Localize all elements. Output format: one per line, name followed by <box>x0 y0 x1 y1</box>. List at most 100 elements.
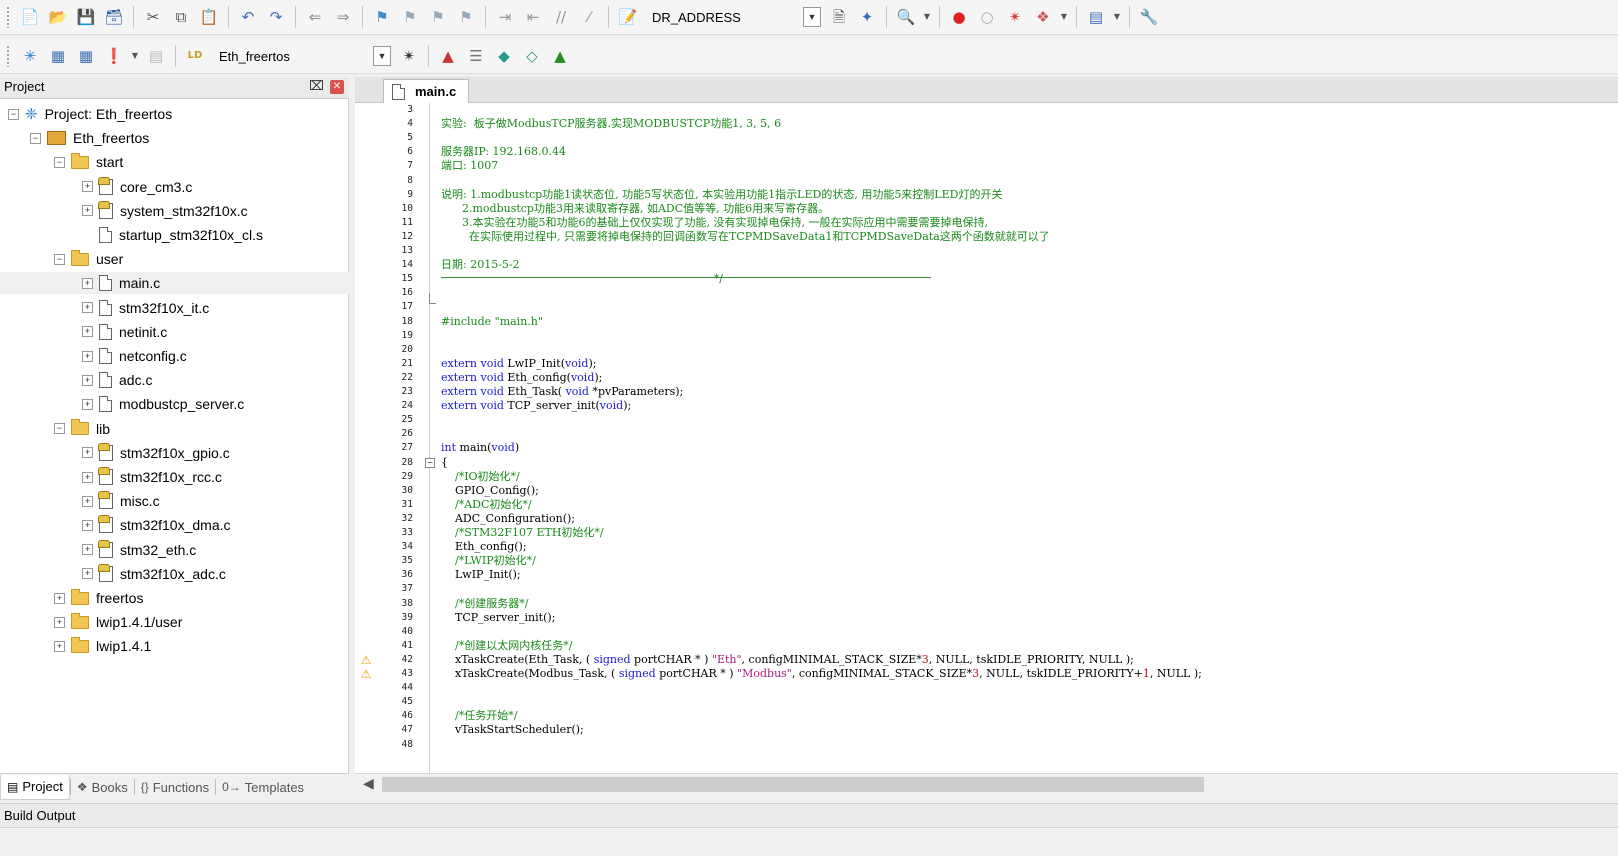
bookmark-next-icon[interactable]: ⚑ <box>427 6 449 28</box>
toolbar-grip[interactable] <box>6 45 10 67</box>
update-icon[interactable]: ◇ <box>521 45 543 67</box>
bookmark-clear-icon[interactable]: ⚑ <box>455 6 477 28</box>
indent-icon[interactable]: ⇥ <box>494 6 516 28</box>
tree-item[interactable]: + main.c <box>0 272 349 295</box>
expand-icon[interactable]: + <box>82 374 93 386</box>
panel-tab-functions[interactable]: {} Functions <box>135 775 215 799</box>
expand-icon[interactable]: + <box>82 277 93 289</box>
tree-item[interactable]: − ❈ Project: Eth_freertos <box>0 103 349 125</box>
code-line[interactable]: xTaskCreate(Eth_Task, ( signed portCHAR … <box>441 653 1134 667</box>
code-line[interactable]: 日期: 2015-5-2 <box>441 258 520 272</box>
code-line[interactable]: GPIO_Config(); <box>441 484 539 498</box>
code-line[interactable]: 实验: 板子做ModbusTCP服务器.实现MODBUSTCP功能1, 3, 5… <box>441 117 781 131</box>
tree-item[interactable]: + stm32_eth.c <box>0 539 349 561</box>
scrollbar-thumb[interactable] <box>382 777 1204 792</box>
debug-session-icon[interactable]: 🔍 <box>895 6 917 28</box>
code-line[interactable]: vTaskStartScheduler(); <box>441 723 584 737</box>
chevron-down-icon[interactable]: ▼ <box>373 46 391 66</box>
paste-icon[interactable]: 📋 <box>198 6 220 28</box>
cut-icon[interactable]: ✂ <box>142 6 164 28</box>
code-line[interactable]: TCP_server_init(); <box>441 611 555 625</box>
code-line[interactable]: Eth_config(); <box>441 540 527 554</box>
code-line[interactable]: /*STM32F107 ETH初始化*/ <box>441 526 604 540</box>
collapse-icon[interactable]: − <box>54 156 65 168</box>
expand-icon[interactable]: + <box>54 616 65 628</box>
find-replace-icon[interactable]: ✦ <box>856 6 878 28</box>
code-editor[interactable]: 3 4 5 6 7 8 9 10 11 12 13 14 15 16 17 18 19 20 21 22 23 24 25 2… <box>355 103 1618 773</box>
expand-icon[interactable]: + <box>82 519 93 531</box>
pack-installer-icon[interactable]: ◆ <box>493 45 515 67</box>
uncomment-icon[interactable]: ⁄ <box>578 6 600 28</box>
expand-icon[interactable]: + <box>82 326 93 338</box>
code-line[interactable]: /*创建以太网内核任务*/ <box>441 639 572 653</box>
nav-back-icon[interactable]: ⇐ <box>304 6 326 28</box>
chevron-down-icon[interactable]: ▼ <box>923 6 931 28</box>
tree-item[interactable]: + freertos <box>0 587 349 609</box>
code-line[interactable]: /*创建服务器*/ <box>441 597 528 611</box>
save-icon[interactable]: 💾 <box>75 6 97 28</box>
bookmark-toggle-icon[interactable]: ⚑ <box>371 6 393 28</box>
tree-item[interactable]: + stm32f10x_rcc.c <box>0 466 349 488</box>
save-all-icon[interactable]: 🗃 <box>103 6 125 28</box>
collapse-icon[interactable]: − <box>8 108 19 120</box>
code-line[interactable]: /*IO初始化*/ <box>441 470 520 484</box>
tree-item[interactable]: startup_stm32f10x_cl.s <box>0 224 349 246</box>
tree-item[interactable]: + system_stm32f10x.c <box>0 200 349 222</box>
pin-icon[interactable]: ⌧ <box>309 78 324 94</box>
find-icon[interactable]: 🗎 <box>828 6 850 28</box>
breakpoint-enable-icon[interactable]: ○ <box>976 6 998 28</box>
target-options-icon[interactable]: ✴ <box>398 45 420 67</box>
tree-item[interactable]: + netconfig.c <box>0 345 349 367</box>
undo-icon[interactable]: ↶ <box>237 6 259 28</box>
find-combo[interactable]: DR_ADDRESS ▼ <box>646 6 821 28</box>
code-line[interactable]: extern void Eth_config(void); <box>441 371 602 385</box>
expand-icon[interactable]: + <box>54 640 65 652</box>
chevron-down-icon[interactable]: ▼ <box>803 7 821 27</box>
tree-item[interactable]: − Eth_freertos <box>0 127 349 149</box>
code-line[interactable]: */ <box>441 272 723 286</box>
tree-item[interactable]: + adc.c <box>0 369 349 391</box>
expand-icon[interactable]: + <box>82 495 93 507</box>
tree-item[interactable]: + lwip1.4.1/user <box>0 611 349 633</box>
expand-icon[interactable]: + <box>82 398 93 410</box>
code-line[interactable]: /*LWIP初始化*/ <box>441 554 536 568</box>
breakpoint-disable-icon[interactable]: ✴ <box>1004 6 1026 28</box>
code-line[interactable]: 2.modbustcp功能3用来读取寄存器, 如ADC值等等, 功能6用来写寄存… <box>441 202 829 216</box>
code-line[interactable]: /*ADC初始化*/ <box>441 498 532 512</box>
warning-icon[interactable]: ⚠ <box>359 654 373 666</box>
scroll-left-icon[interactable]: ◀ <box>363 776 374 792</box>
code-line[interactable]: ADC_Configuration(); <box>441 512 575 526</box>
code-line[interactable]: 3.本实验在功能5和功能6的基础上仅仅实现了功能, 没有实现掉电保持, 一般在实… <box>441 216 988 230</box>
editor-horizontal-scrollbar[interactable]: ◀ <box>355 773 1618 795</box>
tree-item[interactable]: − user <box>0 248 349 270</box>
expand-icon[interactable]: + <box>54 592 65 604</box>
build-icon[interactable]: ▦ <box>47 45 69 67</box>
expand-icon[interactable]: + <box>82 181 93 193</box>
breakpoint-kill-icon[interactable]: ❖ <box>1032 6 1054 28</box>
tree-item[interactable]: + modbustcp_server.c <box>0 393 349 415</box>
expand-icon[interactable]: + <box>82 350 93 362</box>
environment-icon[interactable]: ▲ <box>549 45 571 67</box>
window-layout-icon[interactable]: ▤ <box>1085 6 1107 28</box>
tree-item[interactable]: + netinit.c <box>0 321 349 343</box>
tree-item[interactable]: + misc.c <box>0 490 349 512</box>
panel-tab-templates[interactable]: 0→ Templates <box>216 775 310 799</box>
code-line[interactable]: int main(void) <box>441 441 519 455</box>
code-line[interactable]: LwIP_Init(); <box>441 568 521 582</box>
batch-build-icon[interactable]: ❗ <box>103 45 125 67</box>
toolbar-grip[interactable] <box>6 6 10 28</box>
expand-icon[interactable]: + <box>82 302 93 314</box>
tree-item[interactable]: + stm32f10x_adc.c <box>0 563 349 585</box>
expand-icon[interactable]: + <box>82 447 93 459</box>
manage-components-icon[interactable]: ▲ <box>437 45 459 67</box>
tree-item[interactable]: + stm32f10x_gpio.c <box>0 442 349 464</box>
code-line[interactable]: extern void Eth_Task( void *pvParameters… <box>441 385 683 399</box>
code-line[interactable]: /*任务开始*/ <box>441 709 517 723</box>
find-in-files-icon[interactable]: 📝 <box>617 6 639 28</box>
translate-icon[interactable]: ✳ <box>19 45 41 67</box>
code-line[interactable]: extern void LwIP_Init(void); <box>441 357 596 371</box>
code-line[interactable]: 服务器IP: 192.168.0.44 <box>441 145 566 159</box>
tree-item[interactable]: + stm32f10x_it.c <box>0 297 349 319</box>
tree-item[interactable]: + stm32f10x_dma.c <box>0 514 349 536</box>
nav-forward-icon[interactable]: ⇒ <box>332 6 354 28</box>
